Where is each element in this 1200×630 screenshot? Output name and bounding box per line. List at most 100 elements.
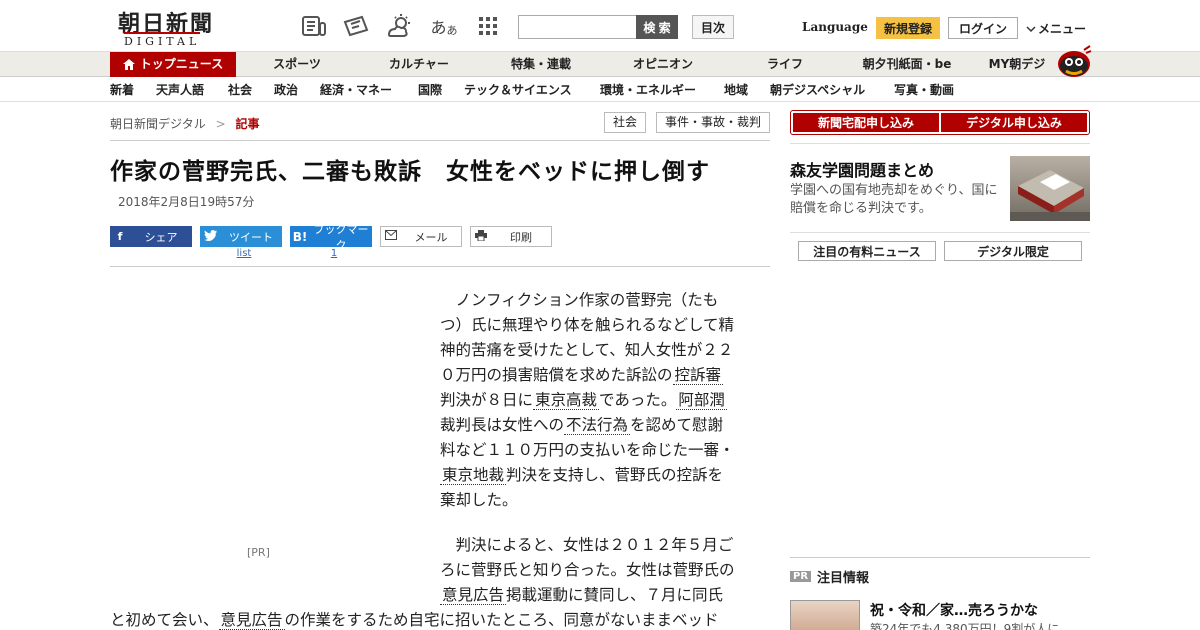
subnav-item-society[interactable]: 社会: [228, 77, 252, 102]
body-text: 裁判長は女性への: [440, 416, 565, 434]
keyword-link[interactable]: 東京地裁: [440, 466, 507, 485]
body-text: 判決を支持し、菅野氏の控訴を: [506, 466, 724, 484]
grid-menu-icon[interactable]: [474, 13, 502, 39]
article-date: 2018年2月8日19時57分: [118, 195, 255, 209]
subnav-item-economy[interactable]: 経済・マネー: [320, 77, 392, 102]
article-title: 作家の菅野完氏、二審も敗訴 女性をベッドに押し倒す: [110, 159, 710, 185]
nav-item-opinion[interactable]: オピニオン: [618, 52, 708, 77]
pr-item-thumbnail[interactable]: [790, 600, 860, 630]
subnav-item-special[interactable]: 朝デジスペシャル: [770, 77, 865, 102]
topic-description[interactable]: 学園への国有地売却をめぐり、国に賠償を命じる判決です。: [790, 182, 1002, 218]
divider: [110, 140, 770, 141]
text-line: 裁判長は女性への 不法行為 を認めて慰謝: [440, 413, 755, 438]
search-input[interactable]: [518, 15, 638, 39]
newspaper-icon[interactable]: [300, 13, 328, 39]
tag-society[interactable]: 社会: [604, 112, 646, 133]
nav-item-features[interactable]: 特集・連載: [496, 52, 586, 77]
apply-digital-button[interactable]: デジタル申し込み: [941, 113, 1087, 132]
text-line: ０万円の損害賠償を求めた訴訟の 控訴審: [440, 363, 755, 388]
breadcrumb-home[interactable]: 朝日新聞デジタル: [110, 117, 206, 131]
pr-heading: 注目情報: [817, 571, 870, 586]
keyword-link[interactable]: 意見広告: [440, 586, 507, 605]
apply-home-delivery-button[interactable]: 新聞宅配申し込み: [793, 113, 939, 132]
register-button[interactable]: 新規登録: [876, 17, 940, 39]
home-icon: [122, 59, 135, 70]
facebook-icon: f: [117, 230, 123, 243]
pr-item-title[interactable]: 祝・令和／家…売ろうかな: [870, 600, 1038, 620]
divider: [110, 266, 770, 267]
breadcrumb-separator: >: [215, 117, 226, 131]
nav-item-my-asadigi[interactable]: MY朝デジ: [982, 52, 1052, 77]
mascot-icon[interactable]: [1054, 44, 1092, 78]
hatena-count[interactable]: 1: [293, 248, 375, 259]
pr-badge: PR: [790, 571, 812, 582]
subnav-item-latest[interactable]: 新着: [110, 77, 134, 102]
text-line: 棄却した。: [440, 488, 755, 513]
search-button[interactable]: 検 索: [636, 15, 678, 39]
hatena-bookmark-button[interactable]: B! ブックマーク: [290, 223, 372, 252]
menu-button[interactable]: メニュー: [1026, 20, 1086, 37]
pr-item-subtitle[interactable]: 築24年でも4,380万円！9割が人に: [870, 620, 1059, 630]
print-button[interactable]: 印刷: [470, 226, 552, 247]
text-line: ノンフィクション作家の菅野完（たも: [440, 288, 755, 313]
body-text: 判決によると、女性は２０１２年５月ご: [440, 536, 734, 554]
ad-pr-label: [PR]: [247, 546, 270, 559]
subnav-item-politics[interactable]: 政治: [274, 77, 298, 102]
bookmark-ticket-icon[interactable]: [342, 13, 370, 39]
article-paragraph-2-continued: と初めて会い、 意見広告 の作業をするため自宅に招いたところ、同意がないままベッド: [110, 608, 770, 630]
mail-share-button[interactable]: メール: [380, 226, 462, 247]
topic-thumbnail[interactable]: [1010, 156, 1090, 221]
keyword-link[interactable]: 阿部潤: [676, 391, 727, 410]
digital-exclusive-button[interactable]: デジタル限定: [944, 241, 1082, 261]
keyword-link[interactable]: 意見広告: [218, 611, 285, 630]
body-text: であった。: [599, 391, 677, 409]
body-text: ０万円の損害賠償を求めた訴訟の: [440, 366, 673, 384]
body-text: 棄却した。: [440, 491, 518, 509]
weather-icon[interactable]: [386, 13, 414, 39]
featured-paid-news-button[interactable]: 注目の有料ニュース: [798, 241, 936, 261]
subnav-item-region[interactable]: 地域: [724, 77, 748, 102]
breadcrumb: 朝日新聞デジタル > 記事: [110, 115, 260, 132]
twitter-count[interactable]: list: [203, 248, 285, 259]
facebook-share-button[interactable]: f シェア: [110, 226, 192, 247]
sub-nav: 新着 天声人語 社会 政治 経済・マネー 国際 テック＆サイエンス 環境・エネル…: [0, 77, 1200, 102]
nav-item-culture[interactable]: カルチャー: [372, 52, 466, 77]
subnav-item-environment[interactable]: 環境・エネルギー: [600, 77, 696, 102]
nav-item-life[interactable]: ライフ: [752, 52, 818, 77]
text-line: 料など１１０万円の支払いを命じた一審・: [440, 438, 755, 463]
hatena-icon: B!: [292, 229, 308, 244]
breadcrumb-current: 記事: [235, 117, 260, 131]
topic-title[interactable]: 森友学園問題まとめ: [790, 157, 934, 181]
subnav-item-tensei-jingo[interactable]: 天声人語: [156, 77, 204, 102]
article-paragraph-1: ノンフィクション作家の菅野完（たも つ）氏に無理やり体を触られるなどして精 神的苦痛…: [440, 288, 755, 513]
subnav-item-international[interactable]: 国際: [418, 77, 442, 102]
keyword-link[interactable]: 不法行為: [564, 416, 631, 435]
text-line: 判決によると、女性は２０１２年５月ご: [440, 533, 755, 558]
keyword-link[interactable]: 東京高裁: [533, 391, 600, 410]
subnav-item-photo-video[interactable]: 写真・動画: [894, 77, 954, 102]
body-text: つ）氏に無理やり体を触られるなどして精: [440, 316, 735, 334]
text-line: 判決が８日に 東京高裁 であった。 阿部潤: [440, 388, 755, 413]
body-text: 料など１１０万円の支払いを命じた一審・: [440, 441, 735, 459]
subnav-item-tech-science[interactable]: テック＆サイエンス: [464, 77, 572, 102]
nav-item-top-news[interactable]: トップニュース: [110, 52, 236, 77]
keyword-link[interactable]: 控訴審: [672, 366, 724, 385]
body-text: ノンフィクション作家の菅野完（たも: [440, 291, 719, 309]
text-line: ろに菅野氏と知り合った。女性は菅野氏の: [440, 558, 755, 583]
subscription-buttons: 新聞宅配申し込み デジタル申し込み: [790, 110, 1090, 135]
body-text: を認めて慰謝: [630, 416, 724, 434]
font-size-icon[interactable]: ああ: [430, 13, 458, 39]
nav-item-print-edition[interactable]: 朝夕刊紙面・be: [852, 52, 962, 77]
login-button[interactable]: ログイン: [948, 17, 1018, 39]
toc-button[interactable]: 目次: [692, 15, 734, 39]
divider: [790, 232, 1090, 233]
body-text: ろに菅野氏と知り合った。女性は菅野氏の: [440, 561, 735, 579]
twitter-share-button[interactable]: ツイート: [200, 226, 282, 247]
body-text: 掲載運動に賛同し、７月に同氏: [506, 586, 724, 604]
printer-icon: [471, 229, 491, 244]
body-text: 判決が８日に: [440, 391, 534, 409]
nav-item-sports[interactable]: スポーツ: [256, 52, 338, 77]
language-link[interactable]: Language: [802, 20, 868, 34]
pr-section-header: PR 注目情報: [790, 567, 869, 586]
tag-incidents[interactable]: 事件・事故・裁判: [656, 112, 770, 133]
